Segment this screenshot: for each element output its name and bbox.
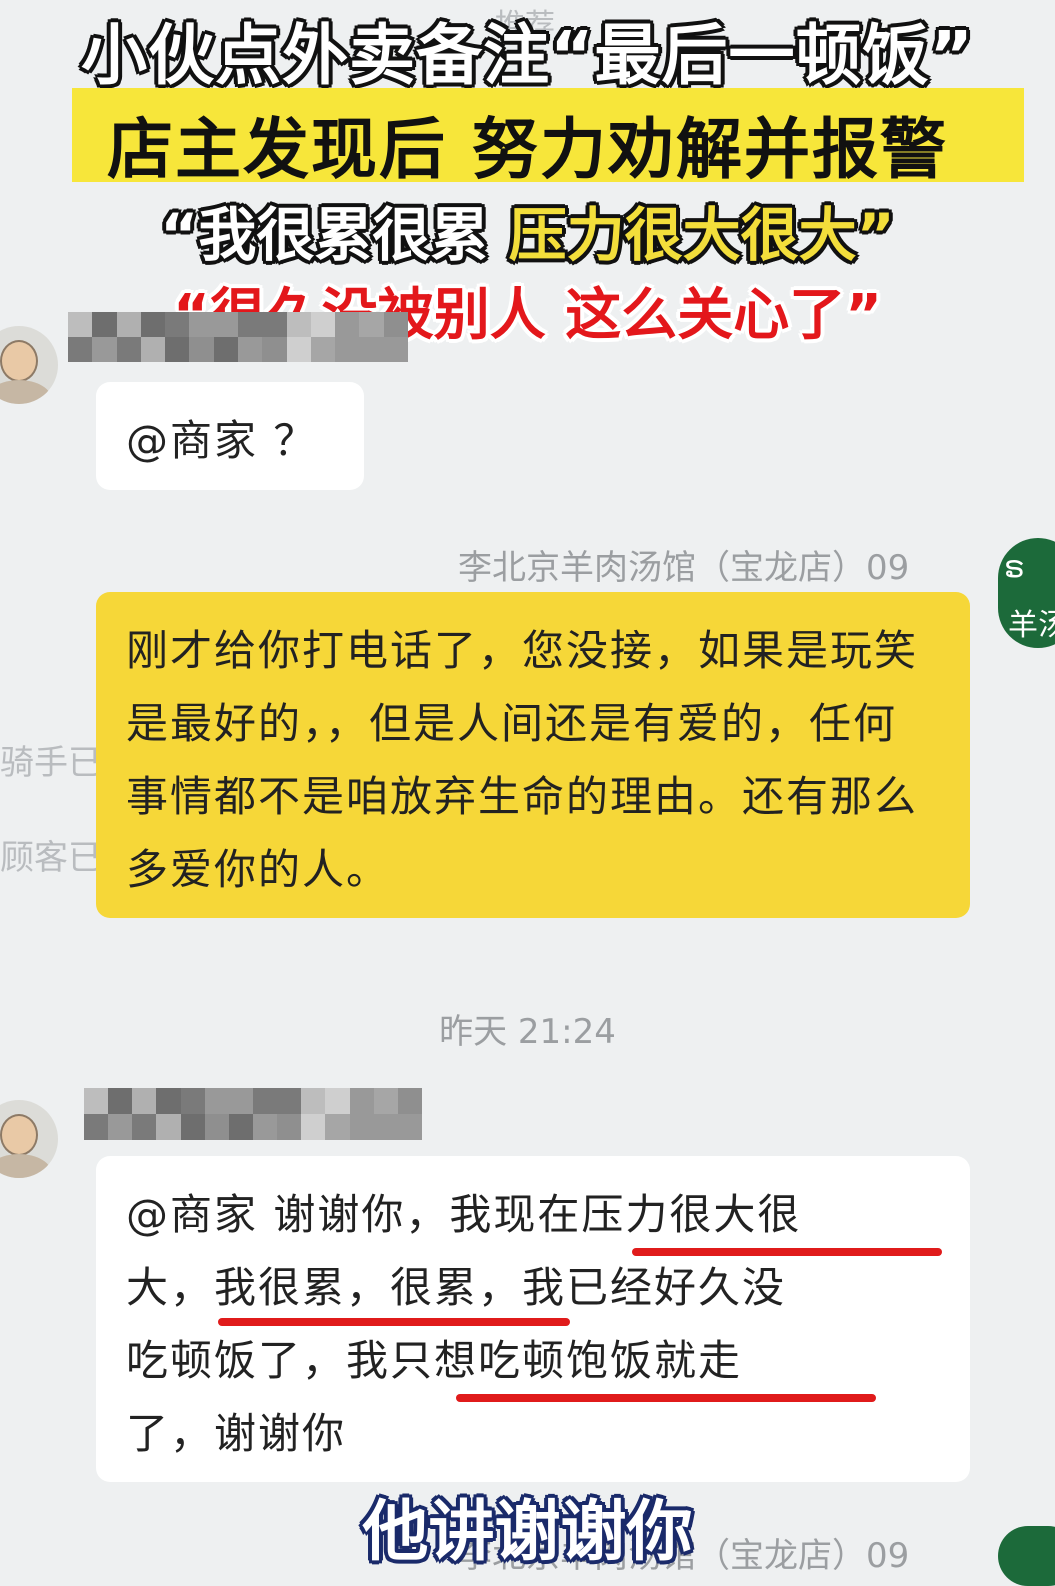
underline-pressure [632,1248,942,1256]
headline-line2: 店主发现后 努力劝解并报警 [107,111,948,188]
customer-message-2-line4: 了，谢谢你 [126,1409,347,1458]
shop-message-text: 刚才给你打电话了，您没接，如果是玩笑是最好的，，但是人间还是有爱的，任何事情都不… [126,626,919,894]
video-caption: 他讲谢谢你 [362,1493,693,1570]
ghost-rider-read: 骑手已 [0,743,102,783]
shop-message[interactable]: 刚才给你打电话了，您没接，如果是玩笑是最好的，，但是人间还是有爱的，任何事情都不… [96,592,970,918]
customer-message-2-line3: 吃顿饭了，我只想吃顿饱饭就走 [126,1336,743,1385]
customer-name-mosaic [68,312,408,362]
headline-line3: “我很累很累 压力很大很大” [0,188,1055,272]
customer-name-mosaic-2 [84,1088,422,1140]
ghost-customer-read: 顾客已 [0,838,102,878]
underline-tired [218,1318,570,1326]
customer-avatar-2[interactable] [0,1100,58,1178]
shop-name-label: 李北京羊肉汤馆（宝龙店）09 [458,548,910,588]
customer-message-2-line1: @商家 谢谢你，我现在压力很大很 [126,1190,802,1239]
customer-message-1-text: @商家 ？ [126,416,318,465]
shop-logo-text: 羊汤 [1008,608,1055,643]
underline-meal [456,1394,876,1402]
shop-logo-avatar[interactable]: ຣ 羊汤 [998,538,1055,648]
customer-message-1[interactable]: @商家 ？ [96,382,364,490]
customer-message-2-line2: 大，我很累，很累，我已经好久没 [126,1263,787,1312]
message-timestamp: 昨天 21:24 [439,1012,616,1052]
headline-line3-part2: 压力很大很大” [508,201,895,269]
shop-logo-icon: ຣ [1004,550,1025,585]
headline-line3-part1: “我很累很累 [160,201,509,269]
headline-line1: 小伙点外卖备注“最后一顿饭” [81,17,974,94]
